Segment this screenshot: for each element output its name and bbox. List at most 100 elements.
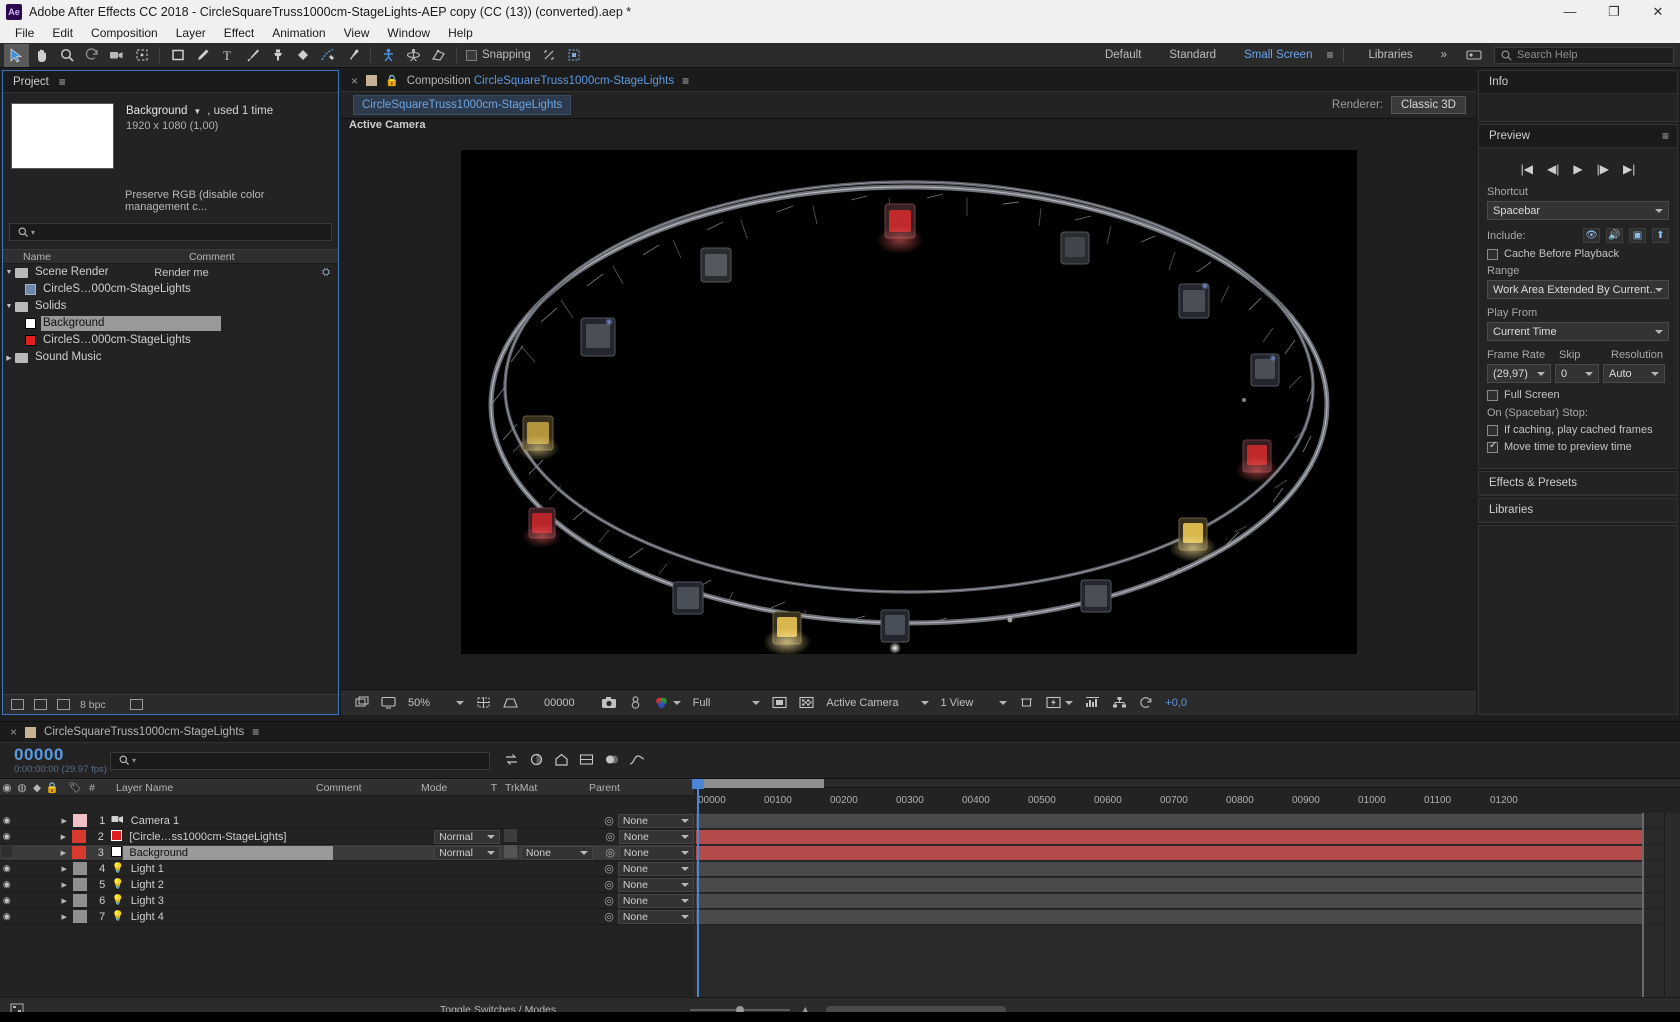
- workspace-menu-icon[interactable]: ≡: [1326, 49, 1333, 61]
- layer-parent-select[interactable]: None: [618, 845, 695, 860]
- graph-editor-icon[interactable]: [629, 753, 645, 769]
- minimize-button[interactable]: —: [1548, 0, 1592, 23]
- move-time-checkbox[interactable]: [1487, 440, 1498, 453]
- layer-visibility-toggle[interactable]: [0, 846, 13, 859]
- layer-label-color[interactable]: [72, 830, 86, 843]
- frame-blending-icon[interactable]: [579, 753, 594, 769]
- skip-select[interactable]: 0: [1555, 364, 1599, 383]
- unified-camera-tool-icon[interactable]: [376, 44, 401, 67]
- fast-previews-icon[interactable]: [1040, 690, 1079, 716]
- draft-3d-icon[interactable]: [529, 753, 544, 769]
- libraries-panel-title[interactable]: Libraries: [1489, 504, 1533, 516]
- color-depth-label[interactable]: 8 bpc: [80, 699, 106, 711]
- range-select[interactable]: Work Area Extended By Current…: [1487, 280, 1669, 299]
- reset-exposure-icon[interactable]: [1133, 690, 1159, 716]
- exposure-value[interactable]: +0,0: [1159, 690, 1193, 716]
- layer-label-color[interactable]: [73, 894, 87, 907]
- selection-tool-icon[interactable]: [4, 43, 29, 67]
- col-layer-name[interactable]: Layer Name: [116, 782, 316, 794]
- new-folder-icon[interactable]: [11, 699, 24, 710]
- layer-label-color[interactable]: [73, 878, 87, 891]
- layer-expand-icon[interactable]: ▶: [58, 897, 70, 905]
- close-timeline-tab-icon[interactable]: ×: [10, 725, 17, 739]
- parent-pickwhip-icon[interactable]: ◎: [600, 878, 618, 891]
- table-row[interactable]: ◉ ▶ 2 [Circle…ss1000cm-StageLights] Norm…: [0, 828, 695, 845]
- play-from-select[interactable]: Current Time: [1487, 322, 1669, 341]
- viewer-timecode[interactable]: 00000: [524, 690, 595, 716]
- timeline-panel-menu-icon[interactable]: ≡: [252, 726, 259, 738]
- new-composition-icon[interactable]: [57, 699, 70, 710]
- timeline-ruler[interactable]: 00000 00100 00200 00300 00400 00500 0060…: [692, 779, 1680, 813]
- composition-flowchart-icon[interactable]: ⛭: [322, 267, 338, 278]
- full-screen-checkbox[interactable]: [1487, 389, 1498, 401]
- effects-presets-title[interactable]: Effects & Presets: [1489, 477, 1577, 489]
- col-t[interactable]: T: [483, 782, 505, 794]
- layer-label-color[interactable]: [73, 862, 87, 875]
- overlays-include-icon[interactable]: ▣: [1629, 228, 1646, 243]
- shape-tool-icon[interactable]: [165, 44, 190, 67]
- show-channel-icon[interactable]: [648, 690, 687, 716]
- project-col-comment[interactable]: Comment: [183, 251, 235, 263]
- layer-name[interactable]: Light 2: [125, 878, 335, 892]
- track-xy-camera-tool-icon[interactable]: [426, 44, 451, 67]
- cache-before-playback-row[interactable]: Cache Before Playback: [1487, 248, 1669, 260]
- workspace-default[interactable]: Default: [1091, 43, 1155, 68]
- timeline-search-input[interactable]: ▾: [110, 751, 490, 770]
- always-preview-this-view-icon[interactable]: [349, 690, 375, 716]
- menu-effect[interactable]: Effect: [215, 23, 263, 43]
- menu-view[interactable]: View: [335, 23, 379, 43]
- eraser-tool-icon[interactable]: [290, 44, 315, 67]
- magnification-control[interactable]: 50%: [402, 690, 470, 716]
- search-help-input[interactable]: Search Help: [1494, 46, 1674, 64]
- parent-pickwhip-icon[interactable]: ◎: [601, 830, 618, 843]
- prev-frame-icon[interactable]: ◀|: [1547, 162, 1559, 176]
- resolution-control[interactable]: Full: [687, 690, 767, 716]
- next-frame-icon[interactable]: |▶: [1597, 162, 1609, 176]
- libraries-tab[interactable]: Libraries: [1354, 43, 1426, 68]
- audio-include-icon[interactable]: 🔊: [1606, 228, 1623, 243]
- shortcut-select[interactable]: Spacebar: [1487, 201, 1669, 220]
- layer-name[interactable]: Light 4: [125, 910, 335, 924]
- layer-name[interactable]: [Circle…ss1000cm-StageLights]: [123, 830, 333, 844]
- last-frame-icon[interactable]: ▶|: [1623, 162, 1635, 176]
- layer-name[interactable]: Light 1: [125, 862, 335, 876]
- snapping-checkbox[interactable]: [466, 49, 477, 61]
- choose-grid-guides-icon[interactable]: [470, 690, 497, 716]
- take-snapshot-icon[interactable]: [595, 690, 623, 716]
- project-row-solids[interactable]: ▼ Solids: [3, 298, 338, 315]
- current-time-indicator-line[interactable]: [697, 813, 699, 997]
- sync-settings-icon[interactable]: [1461, 44, 1486, 67]
- roto-brush-tool-icon[interactable]: [315, 44, 340, 67]
- table-row[interactable]: ▶ 3 Background Normal None ◎ None: [0, 844, 695, 861]
- composition-canvas-area[interactable]: [341, 137, 1476, 689]
- table-row[interactable]: ◉ ▶ 1 Camera 1 ◎ None: [0, 813, 694, 829]
- timeline-vertical-scrollbar[interactable]: [1664, 813, 1680, 997]
- main-viewer-icon[interactable]: [375, 690, 402, 716]
- workspace-overflow[interactable]: »: [1427, 43, 1461, 68]
- project-search-input[interactable]: ▾: [9, 223, 332, 241]
- video-include-icon[interactable]: 👁: [1583, 228, 1600, 243]
- asset-dropdown-icon[interactable]: ▼: [193, 107, 201, 116]
- project-tab[interactable]: Project: [13, 76, 49, 88]
- pixel-aspect-correction-icon[interactable]: [1013, 690, 1040, 716]
- layer-mode-select[interactable]: Normal: [434, 829, 500, 844]
- current-time-display[interactable]: 00000 0:00:00:00 (29.97 fps): [0, 746, 110, 775]
- composition-canvas[interactable]: [460, 150, 1357, 654]
- composition-tab-title[interactable]: Composition CircleSquareTruss1000cm-Stag…: [407, 75, 674, 87]
- view-layout-control[interactable]: 1 View: [935, 690, 1014, 716]
- layer-name[interactable]: Light 3: [125, 894, 335, 908]
- pan-behind-tool-icon[interactable]: [129, 44, 154, 67]
- parent-pickwhip-icon[interactable]: ◎: [601, 846, 618, 859]
- camera-tool-icon[interactable]: [104, 44, 129, 67]
- track-row[interactable]: [694, 909, 1680, 925]
- close-button[interactable]: ✕: [1636, 0, 1680, 23]
- open-folder-icon[interactable]: [34, 699, 47, 710]
- menu-window[interactable]: Window: [378, 23, 439, 43]
- renderer-button[interactable]: Classic 3D: [1391, 96, 1466, 114]
- parent-pickwhip-icon[interactable]: ◎: [600, 894, 618, 907]
- hide-shy-layers-icon[interactable]: [554, 753, 569, 769]
- parent-pickwhip-icon[interactable]: ◎: [600, 862, 618, 875]
- composition-panel-menu-icon[interactable]: ≡: [682, 75, 689, 87]
- layer-expand-icon[interactable]: ▶: [58, 865, 70, 873]
- layer-expand-icon[interactable]: ▶: [58, 881, 70, 889]
